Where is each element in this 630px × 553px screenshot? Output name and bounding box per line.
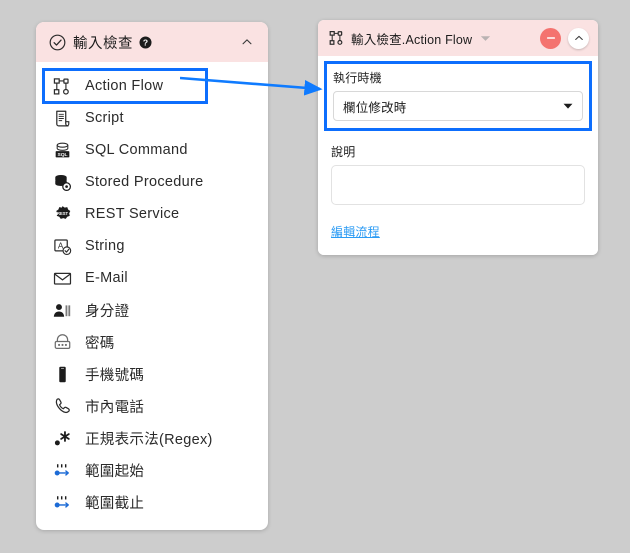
sidebar-item-script[interactable]: Script xyxy=(36,102,268,134)
action-flow-icon xyxy=(329,30,345,46)
sidebar-item-stored-procedure[interactable]: Stored Procedure xyxy=(36,166,268,198)
sidebar-item-label: 市內電話 xyxy=(85,399,145,416)
page-title: 輸入檢查 xyxy=(73,35,133,52)
properties-panel-title: 輸入檢查.Action Flow xyxy=(351,32,473,47)
sidebar-item-telephone[interactable]: 市內電話 xyxy=(36,390,268,422)
execution-timing-label: 執行時機 xyxy=(333,71,382,85)
string-icon: A xyxy=(52,236,72,256)
id-card-icon xyxy=(52,300,72,320)
stored-procedure-icon xyxy=(52,172,72,192)
svg-text:REST: REST xyxy=(56,211,68,216)
sql-command-icon: SQL xyxy=(52,140,72,160)
validation-card: 輸入檢查 ? Action Flow Script SQL SQL Comman… xyxy=(36,22,268,530)
telephone-icon xyxy=(52,396,72,416)
range-start-icon xyxy=(52,460,72,480)
caret-down-icon xyxy=(562,100,574,112)
range-end-icon xyxy=(52,492,72,512)
check-circle-icon xyxy=(49,34,66,51)
svg-text:?: ? xyxy=(143,37,148,47)
caret-down-icon[interactable] xyxy=(479,32,492,45)
regex-icon xyxy=(52,428,72,448)
execution-timing-value: 欄位修改時 xyxy=(343,100,407,115)
collapse-button[interactable] xyxy=(568,27,589,49)
edit-flow-link[interactable]: 編輯流程 xyxy=(331,223,380,240)
email-icon xyxy=(52,268,72,288)
delete-button[interactable] xyxy=(540,27,561,49)
sidebar-item-label: Script xyxy=(85,110,124,126)
description-label: 說明 xyxy=(331,145,356,159)
validation-card-header: 輸入檢查 ? xyxy=(36,22,268,62)
sidebar-item-label: 密碼 xyxy=(85,335,115,352)
sidebar-item-rest-service[interactable]: REST REST Service xyxy=(36,198,268,230)
sidebar-item-id-card[interactable]: 身分證 xyxy=(36,294,268,326)
sidebar-item-label: E-Mail xyxy=(85,270,128,286)
script-icon xyxy=(52,108,72,128)
validation-type-list: Action Flow Script SQL SQL Command Store… xyxy=(36,62,268,530)
mobile-phone-icon xyxy=(52,364,72,384)
sidebar-item-label: String xyxy=(85,238,125,254)
rest-service-icon: REST xyxy=(52,204,72,224)
sidebar-item-label: 身分證 xyxy=(85,303,130,320)
sidebar-item-label: Stored Procedure xyxy=(85,174,204,190)
action-flow-icon xyxy=(52,76,72,96)
sidebar-item-label: SQL Command xyxy=(85,142,188,158)
description-input[interactable] xyxy=(331,165,585,205)
sidebar-item-label: REST Service xyxy=(85,206,180,222)
execution-timing-select[interactable]: 欄位修改時 xyxy=(333,91,583,121)
password-icon xyxy=(52,332,72,352)
sidebar-item-sql-command[interactable]: SQL SQL Command xyxy=(36,134,268,166)
svg-text:SQL: SQL xyxy=(57,151,67,157)
properties-panel: 輸入檢查.Action Flow 執行時機 欄位修改時 說明 編輯流程 xyxy=(318,20,598,255)
sidebar-item-email[interactable]: E-Mail xyxy=(36,262,268,294)
sidebar-item-label: 範圍起始 xyxy=(85,463,145,480)
sidebar-item-label: 範圍截止 xyxy=(85,495,145,512)
properties-panel-header: 輸入檢查.Action Flow xyxy=(318,20,598,56)
properties-panel-body: 執行時機 欄位修改時 說明 編輯流程 xyxy=(318,56,598,255)
sidebar-item-range-start[interactable]: 範圍起始 xyxy=(36,454,268,486)
sidebar-item-range-end[interactable]: 範圍截止 xyxy=(36,486,268,518)
sidebar-item-label: 正規表示法(Regex) xyxy=(85,431,213,448)
sidebar-item-password[interactable]: 密碼 xyxy=(36,326,268,358)
validation-collapse-button[interactable] xyxy=(238,33,256,51)
execution-timing-field: 執行時機 欄位修改時 xyxy=(324,61,592,131)
sidebar-item-regex[interactable]: 正規表示法(Regex) xyxy=(36,422,268,454)
sidebar-item-mobile-phone[interactable]: 手機號碼 xyxy=(36,358,268,390)
sidebar-item-action-flow[interactable]: Action Flow xyxy=(42,68,208,104)
help-icon[interactable]: ? xyxy=(139,35,152,49)
sidebar-item-string[interactable]: A String xyxy=(36,230,268,262)
sidebar-item-label: 手機號碼 xyxy=(85,367,145,384)
sidebar-item-label: Action Flow xyxy=(85,78,164,94)
